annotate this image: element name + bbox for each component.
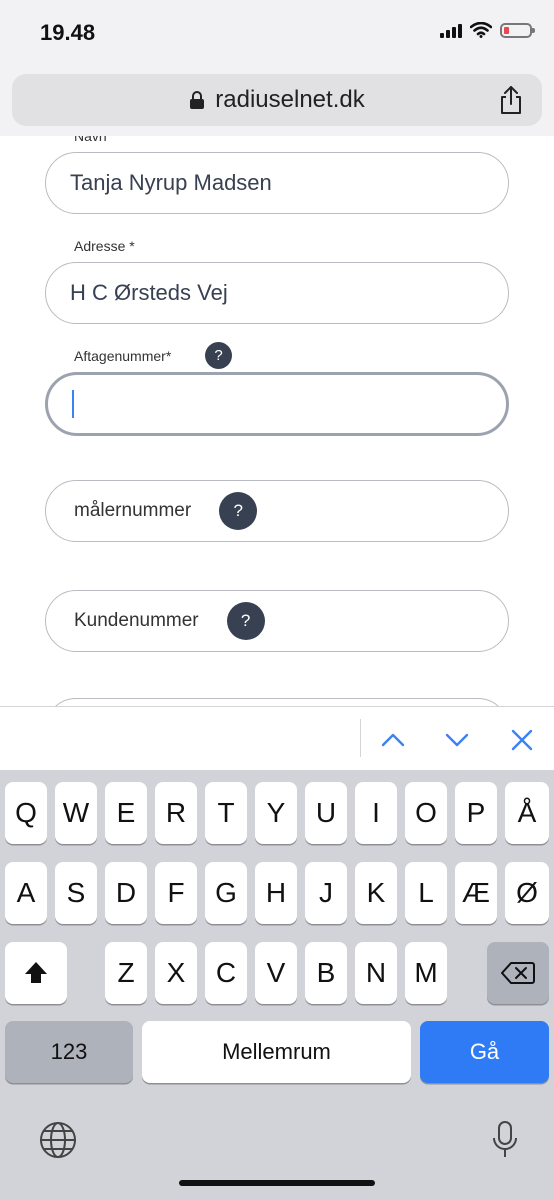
key-a[interactable]: A [5,862,47,924]
malernummer-placeholder: målernummer [74,500,192,521]
accessory-divider [360,719,361,757]
shift-icon [25,962,47,983]
key-z[interactable]: Z [105,942,147,1004]
key-b[interactable]: B [305,942,347,1004]
key-k[interactable]: K [355,862,397,924]
home-indicator[interactable] [179,1180,375,1186]
key-m[interactable]: M [405,942,447,1004]
key-r[interactable]: R [155,782,197,844]
share-icon[interactable] [498,84,524,116]
key-w[interactable]: W [55,782,97,844]
aftagenummer-field[interactable] [45,372,509,436]
key-s[interactable]: S [55,862,97,924]
backspace-icon [501,962,535,984]
wifi-icon [470,22,492,38]
key-ae[interactable]: Æ [455,862,497,924]
signup-form: Navn Tanja Nyrup Madsen Adresse * H C Ør… [0,136,554,706]
key-e[interactable]: E [105,782,147,844]
keyboard-accessory-bar [0,706,554,771]
kundenummer-placeholder: Kundenummer [74,610,199,631]
onscreen-keyboard: Q W E R T Y U I O P Å A S D F G H J K L … [0,770,554,1200]
next-field-icon[interactable] [444,727,470,753]
kundenummer-field[interactable]: Kundenummer ? [45,590,509,652]
space-key[interactable]: Mellemrum [142,1021,411,1083]
aftagenummer-help-icon[interactable]: ? [205,342,232,369]
key-aa[interactable]: Å [505,782,549,844]
key-g[interactable]: G [205,862,247,924]
key-h[interactable]: H [255,862,297,924]
key-q[interactable]: Q [5,782,47,844]
delete-key[interactable] [487,942,549,1004]
name-value: Tanja Nyrup Madsen [70,170,272,195]
name-field[interactable]: Tanja Nyrup Madsen [45,152,509,214]
lock-icon [190,91,205,109]
key-l[interactable]: L [405,862,447,924]
key-u[interactable]: U [305,782,347,844]
key-c[interactable]: C [205,942,247,1004]
aftagenummer-label: Aftagenummer* [74,348,172,364]
kundenummer-help-icon[interactable]: ? [226,602,265,640]
key-oe[interactable]: Ø [505,862,549,924]
status-time: 19.48 [40,20,96,45]
key-n[interactable]: N [355,942,397,1004]
key-d[interactable]: D [105,862,147,924]
key-v[interactable]: V [255,942,297,1004]
malernummer-field[interactable]: målernummer ? [45,480,509,542]
status-icons [440,22,535,38]
key-j[interactable]: J [305,862,347,924]
close-icon[interactable] [509,727,535,753]
cellular-signal-icon [440,22,462,38]
address-label: Adresse * [74,238,135,254]
previous-field-icon[interactable] [380,727,406,753]
globe-icon[interactable] [38,1120,78,1160]
key-t[interactable]: T [205,782,247,844]
address-bar[interactable]: radiuselnet.dk [12,74,542,126]
next-field-partial[interactable] [45,698,509,706]
microphone-icon[interactable] [492,1120,518,1160]
text-caret [72,390,74,418]
key-i[interactable]: I [355,782,397,844]
key-x[interactable]: X [155,942,197,1004]
go-key[interactable]: Gå [420,1021,549,1083]
malernummer-help-icon[interactable]: ? [219,492,258,530]
key-f[interactable]: F [155,862,197,924]
name-label: Navn [74,136,107,144]
key-o[interactable]: O [405,782,447,844]
address-field[interactable]: H C Ørsteds Vej [45,262,509,324]
battery-icon [500,22,535,38]
address-value: H C Ørsteds Vej [70,280,228,305]
numbers-key[interactable]: 123 [5,1021,133,1083]
key-y[interactable]: Y [255,782,297,844]
url-text: radiuselnet.dk [215,86,365,113]
key-p[interactable]: P [455,782,497,844]
browser-chrome: 19.48 radiuselnet.dk [0,0,554,136]
shift-key[interactable] [5,942,67,1004]
